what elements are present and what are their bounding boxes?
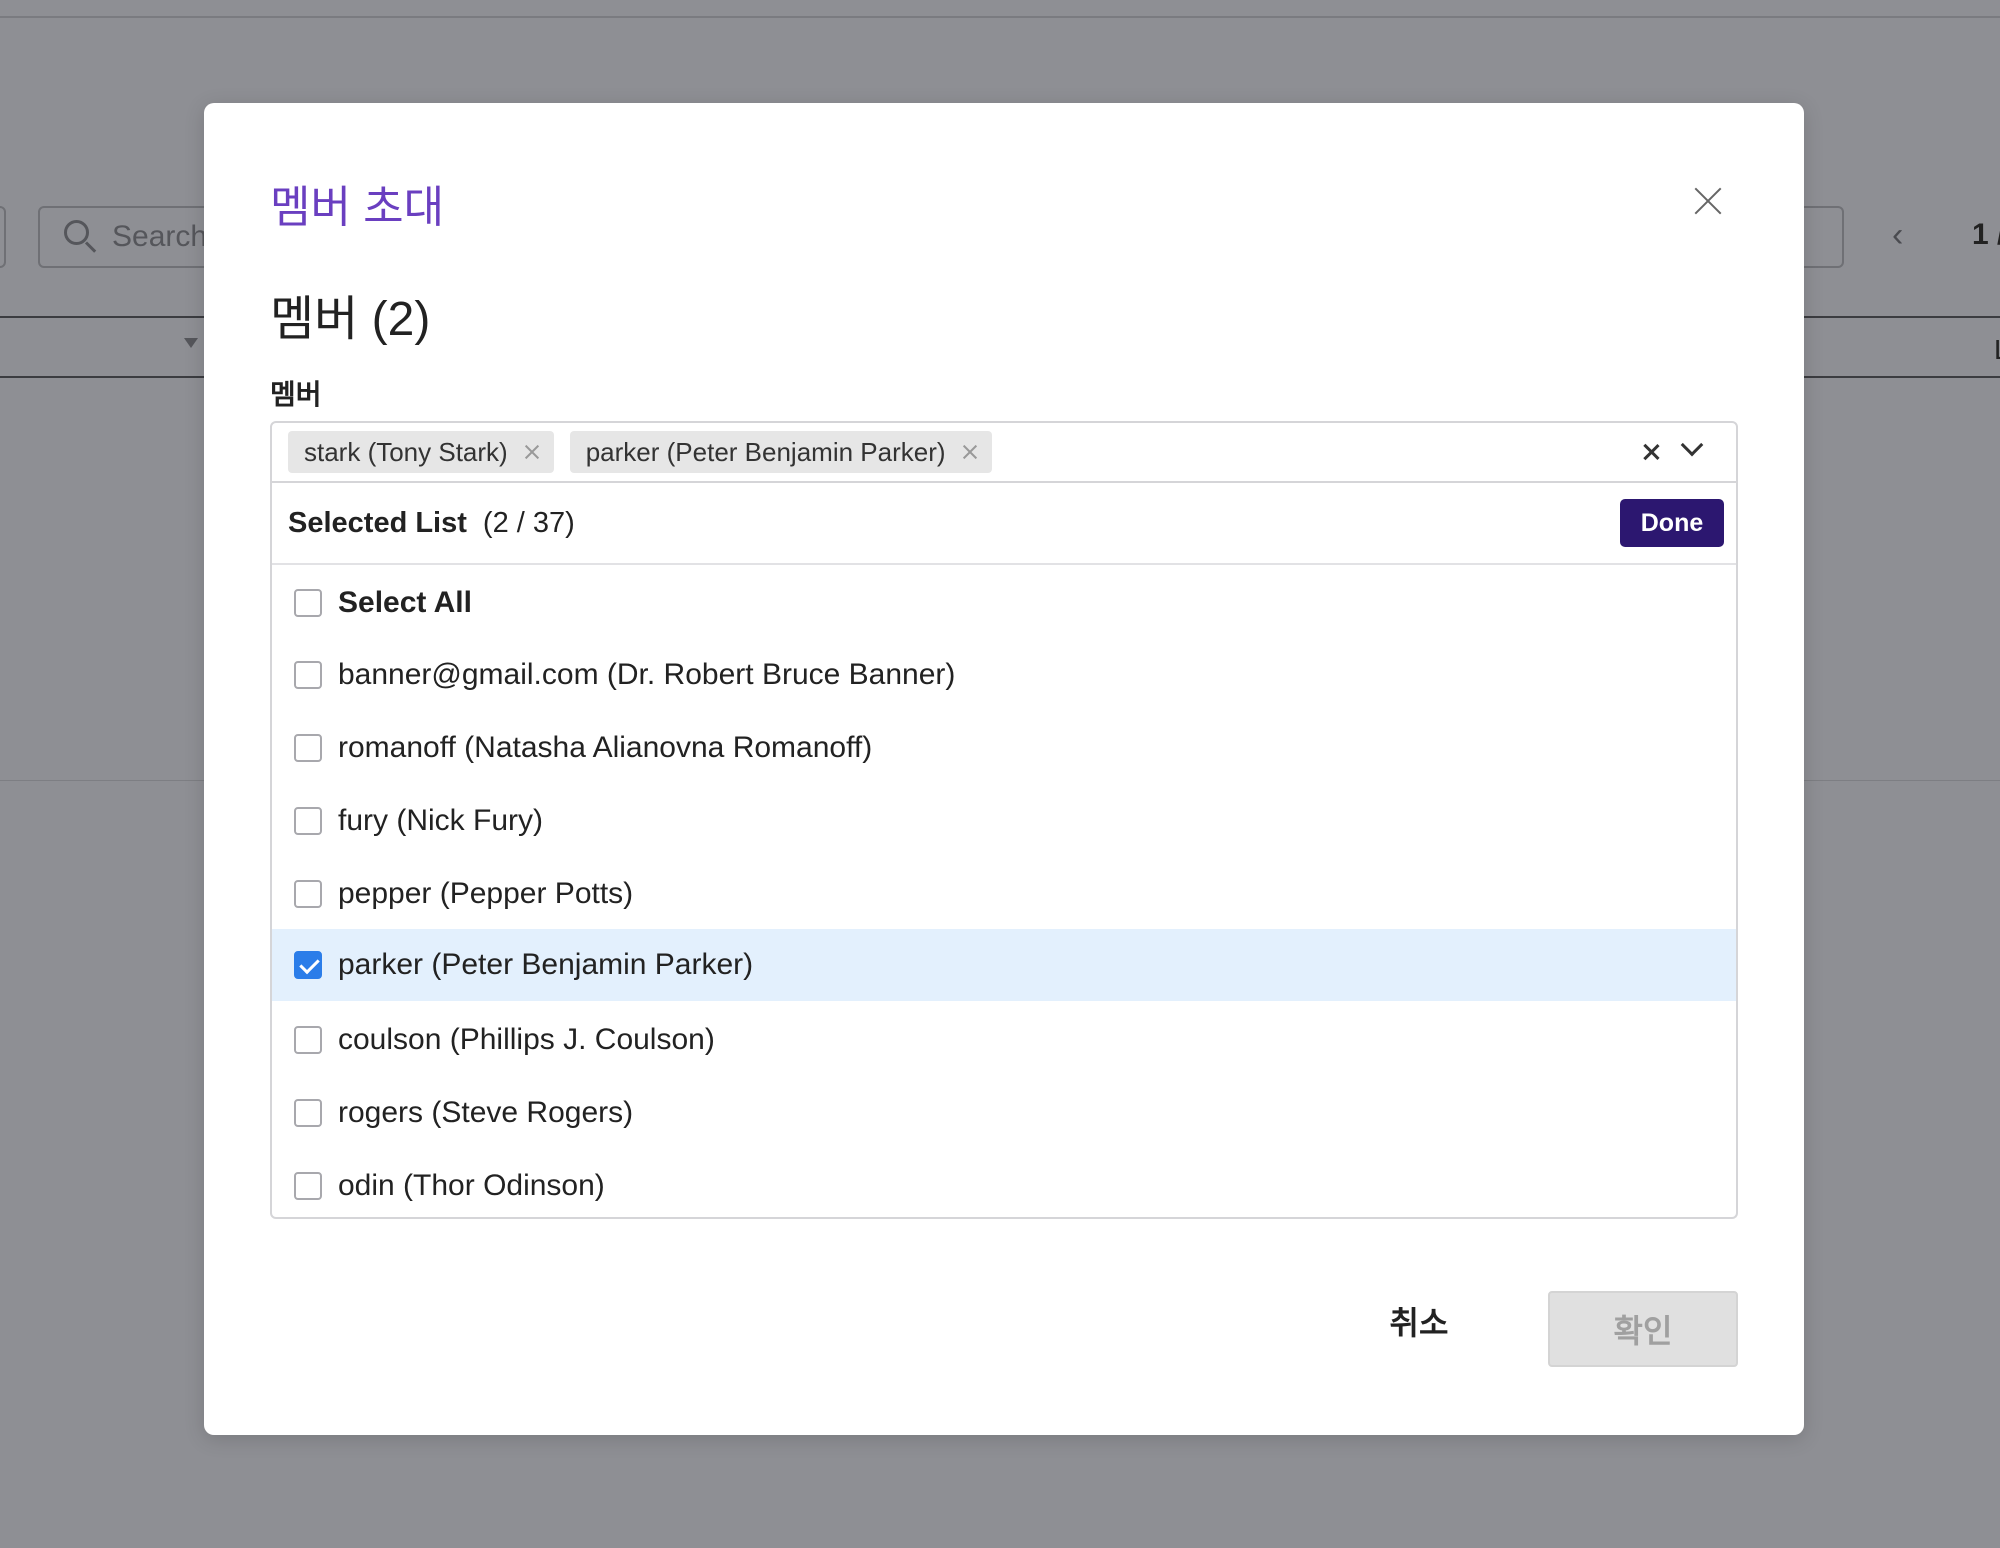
option-label: rogers (Steve Rogers): [338, 1096, 634, 1129]
option-label: pepper (Pepper Potts): [338, 877, 634, 910]
option-checkbox[interactable]: [294, 661, 322, 689]
clear-all-icon[interactable]: [1642, 443, 1660, 461]
selected-tag-label: stark (Tony Stark): [304, 436, 508, 467]
member-option[interactable]: odin (Thor Odinson): [272, 1150, 1736, 1222]
selected-tag-label: parker (Peter Benjamin Parker): [585, 436, 946, 467]
option-checkbox[interactable]: [294, 734, 322, 762]
confirm-button[interactable]: 확인: [1548, 1291, 1738, 1367]
option-checkbox[interactable]: [294, 880, 322, 908]
invite-member-modal: 멤버 초대 멤버 (2) 멤버 stark (Tony Stark) parke…: [204, 103, 1804, 1435]
member-option[interactable]: coulson (Phillips J. Coulson): [272, 1004, 1736, 1076]
close-icon[interactable]: [1690, 183, 1726, 219]
selected-count: (2 / 37): [482, 506, 575, 539]
chevron-left-icon: ‹: [1892, 216, 1904, 254]
sort-caret-icon: [184, 338, 198, 348]
option-checkbox[interactable]: [294, 1172, 322, 1200]
option-label: fury (Nick Fury): [338, 804, 543, 837]
filter-box: [0, 206, 6, 268]
member-multiselect[interactable]: stark (Tony Stark) parker (Peter Benjami…: [270, 421, 1738, 483]
select-all-option[interactable]: Select All: [272, 567, 1736, 639]
member-field-label: 멤버: [270, 379, 322, 410]
chevron-down-icon[interactable]: [1680, 435, 1704, 459]
search-placeholder: Search: [112, 220, 208, 253]
option-checkbox[interactable]: [294, 1026, 322, 1054]
member-option[interactable]: pepper (Pepper Potts): [272, 858, 1736, 930]
member-option[interactable]: rogers (Steve Rogers): [272, 1077, 1736, 1149]
option-label: parker (Peter Benjamin Parker): [338, 948, 754, 981]
table-column-header: L: [1994, 334, 2000, 366]
member-option[interactable]: banner@gmail.com (Dr. Robert Bruce Banne…: [272, 639, 1736, 711]
option-label: banner@gmail.com (Dr. Robert Bruce Banne…: [338, 658, 956, 691]
member-count-heading: 멤버 (2): [270, 293, 431, 346]
member-option[interactable]: fury (Nick Fury): [272, 785, 1736, 857]
selected-tag: parker (Peter Benjamin Parker): [569, 431, 992, 473]
option-checkbox-checked[interactable]: [294, 951, 322, 979]
member-dropdown: Selected List (2 / 37) Done Select All b…: [270, 483, 1738, 1219]
option-label: odin (Thor Odinson): [338, 1169, 605, 1202]
dropdown-header: Selected List (2 / 37) Done: [272, 483, 1736, 565]
tag-remove-icon[interactable]: [962, 444, 978, 460]
select-all-label: Select All: [338, 586, 472, 619]
select-all-checkbox[interactable]: [294, 589, 322, 617]
selected-list-title: Selected List: [288, 506, 467, 539]
option-label: coulson (Phillips J. Coulson): [338, 1023, 715, 1056]
option-checkbox[interactable]: [294, 807, 322, 835]
member-option[interactable]: romanoff (Natasha Alianovna Romanoff): [272, 712, 1736, 784]
member-option-selected[interactable]: parker (Peter Benjamin Parker): [272, 929, 1736, 1001]
option-checkbox[interactable]: [294, 1099, 322, 1127]
done-button[interactable]: Done: [1620, 499, 1724, 547]
modal-title: 멤버 초대: [270, 183, 445, 232]
page-top-border: [0, 16, 2000, 18]
tag-remove-icon[interactable]: [524, 444, 540, 460]
cancel-button[interactable]: 취소: [1354, 1291, 1484, 1351]
search-icon: [64, 220, 98, 254]
page-indicator: 1 /: [1972, 218, 2000, 251]
option-label: romanoff (Natasha Alianovna Romanoff): [338, 731, 873, 764]
selected-tag: stark (Tony Stark): [288, 431, 554, 473]
